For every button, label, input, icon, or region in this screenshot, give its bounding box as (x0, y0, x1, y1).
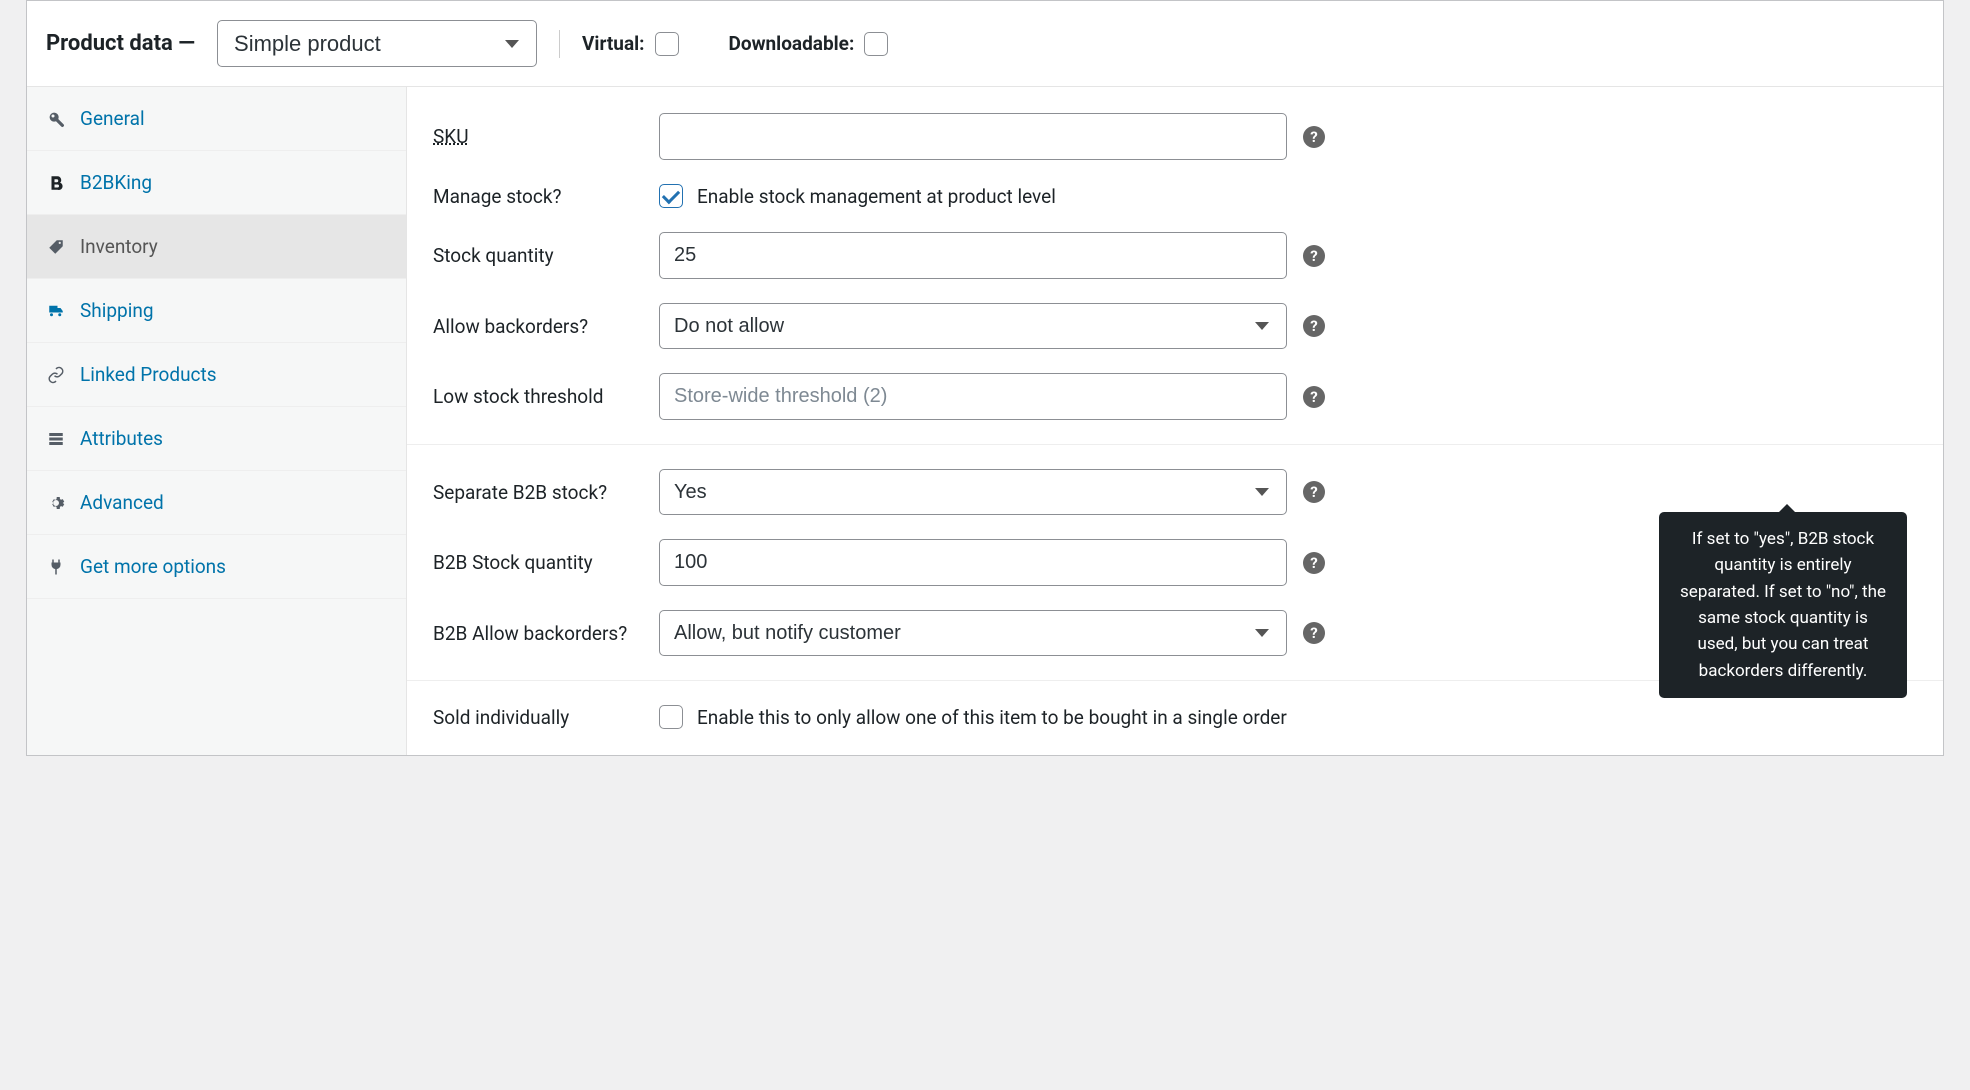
tab-inventory[interactable]: Inventory (27, 215, 406, 279)
b-bold-icon (46, 173, 66, 193)
label-sku: SKU (433, 125, 633, 148)
tab-label: General (80, 107, 145, 130)
manage-stock-label-wrap: Enable stock management at product level (659, 184, 1056, 208)
select-separate-b2b[interactable]: Yes (659, 469, 1287, 515)
tab-attributes[interactable]: Attributes (27, 407, 406, 471)
help-icon[interactable]: ? (1303, 552, 1325, 574)
tab-advanced[interactable]: Advanced (27, 471, 406, 535)
tab-general[interactable]: General (27, 87, 406, 151)
panel-header: Product data — Simple product Virtual: D… (27, 1, 1943, 87)
label-b2b-qty: B2B Stock quantity (433, 551, 633, 574)
link-icon (46, 365, 66, 385)
tab-label: B2BKing (80, 171, 152, 194)
tab-label: Advanced (80, 491, 164, 514)
wrench-icon (46, 109, 66, 129)
field-sku: SKU ? (407, 101, 1943, 172)
manage-stock-desc: Enable stock management at product level (697, 185, 1056, 208)
tab-shipping[interactable]: Shipping (27, 279, 406, 343)
product-type-select[interactable]: Simple product (217, 20, 537, 67)
panel-body: General B2BKing Inventory Shipping Linke… (27, 87, 1943, 755)
select-b2b-backorders[interactable]: Allow, but notify customer (659, 610, 1287, 656)
label-stock-qty: Stock quantity (433, 244, 633, 267)
field-low-stock: Low stock threshold ? (407, 361, 1943, 432)
tab-label: Shipping (80, 299, 154, 322)
help-icon[interactable]: ? (1303, 126, 1325, 148)
select-backorders[interactable]: Do not allow (659, 303, 1287, 349)
tab-b2bking[interactable]: B2BKing (27, 151, 406, 215)
label-manage-stock: Manage stock? (433, 185, 633, 208)
help-icon[interactable]: ? (1303, 245, 1325, 267)
product-data-panel: Product data — Simple product Virtual: D… (26, 0, 1944, 756)
separator (559, 30, 560, 58)
separator (407, 444, 1943, 445)
input-b2b-qty[interactable] (659, 539, 1287, 586)
field-stock-qty: Stock quantity ? (407, 220, 1943, 291)
input-low-stock[interactable] (659, 373, 1287, 420)
downloadable-group: Downloadable: (729, 32, 889, 56)
label-b2b-backorders: B2B Allow backorders? (433, 622, 633, 645)
tab-get-more-options[interactable]: Get more options (27, 535, 406, 599)
tag-icon (46, 237, 66, 257)
list-icon (46, 429, 66, 449)
tab-label: Linked Products (80, 363, 217, 386)
label-sold-individually: Sold individually (433, 706, 633, 729)
virtual-label: Virtual: (582, 32, 644, 55)
label-separate-b2b: Separate B2B stock? (433, 481, 633, 504)
help-icon[interactable]: ? (1303, 481, 1325, 503)
tooltip-text: If set to "yes", B2B stock quantity is e… (1680, 529, 1886, 681)
downloadable-label: Downloadable: (729, 32, 855, 55)
tab-label: Inventory (80, 235, 158, 258)
panel-title: Product data — (46, 31, 195, 56)
gear-icon (46, 493, 66, 513)
label-low-stock: Low stock threshold (433, 385, 633, 408)
label-backorders: Allow backorders? (433, 315, 633, 338)
tabs-sidebar: General B2BKing Inventory Shipping Linke… (27, 87, 407, 755)
field-backorders: Allow backorders? Do not allow ? (407, 291, 1943, 361)
help-icon[interactable]: ? (1303, 622, 1325, 644)
tab-label: Get more options (80, 555, 226, 578)
downloadable-checkbox[interactable] (864, 32, 888, 56)
virtual-group: Virtual: (582, 32, 678, 56)
field-sold-individually: Sold individually Enable this to only al… (407, 693, 1943, 741)
help-icon[interactable]: ? (1303, 315, 1325, 337)
field-manage-stock: Manage stock? Enable stock management at… (407, 172, 1943, 220)
checkbox-sold-individually[interactable] (659, 705, 683, 729)
content-area: SKU ? Manage stock? Enable stock managem… (407, 87, 1943, 755)
input-stock-qty[interactable] (659, 232, 1287, 279)
help-icon[interactable]: ? (1303, 386, 1325, 408)
sold-individually-wrap: Enable this to only allow one of this it… (659, 705, 1287, 729)
sold-individually-desc: Enable this to only allow one of this it… (697, 706, 1287, 729)
checkbox-manage-stock[interactable] (659, 184, 683, 208)
tab-label: Attributes (80, 427, 163, 450)
tooltip: If set to "yes", B2B stock quantity is e… (1659, 512, 1907, 698)
virtual-checkbox[interactable] (655, 32, 679, 56)
truck-icon (46, 301, 66, 321)
plug-icon (46, 557, 66, 577)
tab-linked-products[interactable]: Linked Products (27, 343, 406, 407)
input-sku[interactable] (659, 113, 1287, 160)
